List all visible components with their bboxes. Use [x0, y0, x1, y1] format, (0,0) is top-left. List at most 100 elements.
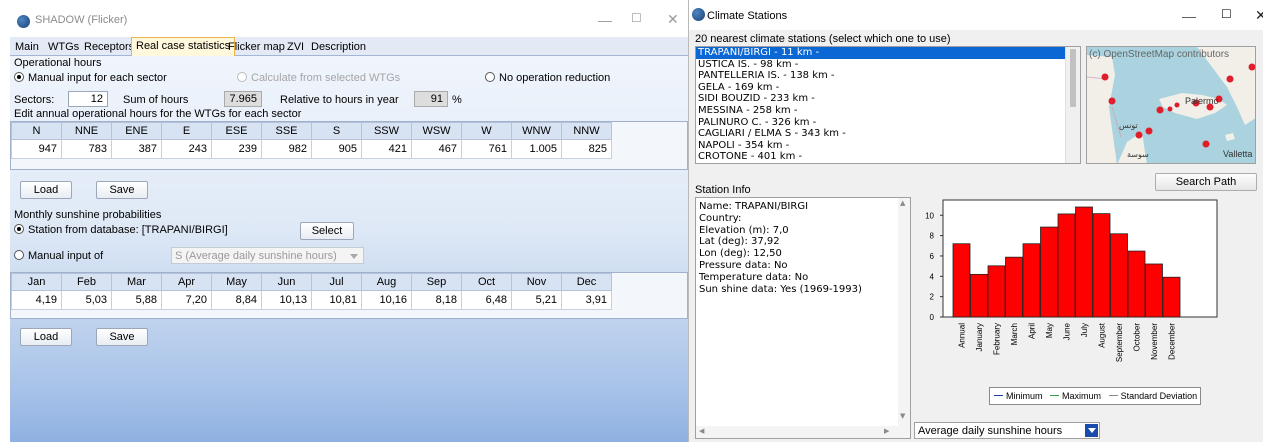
sector-cell[interactable]: 1.005 — [511, 139, 562, 159]
legend-maximum: Maximum — [1050, 391, 1101, 401]
scroll-left-arrow-icon[interactable]: ◀ — [699, 427, 704, 435]
station-list-item[interactable]: PANTELLERIA IS. - 138 km - — [696, 70, 1080, 82]
month-cell[interactable]: 8,18 — [411, 290, 462, 310]
month-cell[interactable]: 7,20 — [161, 290, 212, 310]
station-info-line: Temperature data: No — [699, 271, 809, 283]
sunshine-type-value: S (Average daily sunshine hours) — [175, 250, 337, 262]
station-list-item[interactable]: PALINURO C. - 326 km - — [696, 117, 1080, 129]
radio-dot — [485, 72, 495, 82]
sector-cell[interactable]: 982 — [261, 139, 312, 159]
tab-receptors[interactable]: Receptors — [80, 39, 138, 56]
chart-type-dropdown[interactable]: Average daily sunshine hours — [914, 422, 1100, 439]
sector-cell[interactable]: 825 — [561, 139, 612, 159]
minimize-button[interactable]: — — [598, 12, 612, 28]
bar-september — [1110, 233, 1128, 318]
month-cell[interactable]: 5,21 — [511, 290, 562, 310]
sector-cell[interactable]: 387 — [111, 139, 162, 159]
month-header: May — [211, 273, 262, 291]
radio-station-database[interactable]: Station from database: [TRAPANI/BIRGI] — [14, 224, 228, 236]
month-cell[interactable]: 5,03 — [61, 290, 112, 310]
station-list-item[interactable]: NAPOLI - 354 km - — [696, 140, 1080, 152]
month-header: Jul — [311, 273, 362, 291]
tab-main[interactable]: Main — [11, 39, 43, 56]
sector-header: ENE — [111, 122, 162, 140]
tab-real-case-statistics[interactable]: Real case statistics — [131, 37, 236, 56]
info-vertical-scrollbar[interactable]: ▲ ▼ — [898, 198, 910, 426]
sector-cell[interactable]: 467 — [411, 139, 462, 159]
station-list-item[interactable]: MESSINA - 258 km - — [696, 105, 1080, 117]
bar-january — [970, 273, 988, 318]
station-list-item[interactable]: USTICA IS. - 98 km - — [696, 59, 1080, 71]
sector-cell[interactable]: 947 — [11, 139, 62, 159]
scroll-right-arrow-icon[interactable]: ▶ — [884, 427, 889, 435]
month-cell[interactable]: 4,19 — [11, 290, 62, 310]
legend-minimum: Minimum — [994, 391, 1043, 401]
select-station-button[interactable]: Select — [300, 222, 354, 240]
bar-annual — [952, 243, 971, 318]
station-list-item[interactable]: CROTONE - 401 km - — [696, 151, 1080, 163]
sector-header: ESE — [211, 122, 262, 140]
month-cell[interactable]: 10,16 — [361, 290, 412, 310]
sectors-input[interactable]: 12 — [68, 91, 108, 107]
station-list-item[interactable]: SIDI BOUZID - 233 km - — [696, 93, 1080, 105]
relative-hours-value: 91 — [414, 91, 448, 107]
sector-cell[interactable]: 761 — [461, 139, 512, 159]
month-header: Nov — [511, 273, 562, 291]
close-button[interactable]: ✕ — [667, 11, 679, 28]
sector-cell[interactable]: 421 — [361, 139, 412, 159]
legend-swatch — [1108, 395, 1118, 396]
x-tick-label: April — [1028, 323, 1037, 339]
station-info-line: Lat (deg): 37,92 — [699, 236, 780, 248]
sector-cell[interactable]: 239 — [211, 139, 262, 159]
right-window-title: Climate Stations — [707, 10, 788, 22]
load-sectors-button[interactable]: Load — [20, 181, 72, 199]
station-info-line: Pressure data: No — [699, 259, 788, 271]
load-months-button[interactable]: Load — [20, 328, 72, 346]
station-list-item[interactable]: TRAPANI/BIRGI - 11 km - — [696, 47, 1080, 59]
month-cell[interactable]: 10,81 — [311, 290, 362, 310]
shadow-window: SHADOW (Flicker) — ☐ ✕ Main WTGs Recepto… — [0, 0, 688, 442]
legend-minimum-label: Minimum — [1006, 391, 1043, 401]
sector-cell[interactable]: 783 — [61, 139, 112, 159]
chevron-down-icon[interactable] — [1085, 424, 1098, 437]
maximize-button[interactable]: ☐ — [1221, 7, 1232, 21]
y-tick-label: 8 — [930, 232, 935, 241]
maximize-button[interactable]: ☐ — [631, 11, 642, 25]
radio-manual-input-of[interactable]: Manual input of — [14, 250, 103, 262]
month-cell[interactable]: 5,88 — [111, 290, 162, 310]
save-months-button[interactable]: Save — [96, 328, 148, 346]
relative-hours-label: Relative to hours in year — [280, 94, 399, 106]
tab-wtgs[interactable]: WTGs — [44, 39, 83, 56]
scroll-down-arrow-icon[interactable]: ▼ — [900, 412, 905, 420]
month-cell[interactable]: 3,91 — [561, 290, 612, 310]
radio-calc-wtgs[interactable]: Calculate from selected WTGs — [237, 72, 400, 84]
save-sectors-button[interactable]: Save — [96, 181, 148, 199]
radio-manual-sector[interactable]: Manual input for each sector — [14, 72, 167, 84]
tab-flicker-map[interactable]: Flicker map — [224, 39, 289, 56]
radio-no-reduction[interactable]: No operation reduction — [485, 72, 610, 84]
close-button[interactable]: ✕ — [1255, 7, 1263, 24]
minimize-button[interactable]: — — [1182, 8, 1196, 24]
month-cell[interactable]: 6,48 — [461, 290, 512, 310]
scroll-thumb[interactable] — [1070, 49, 1076, 107]
tab-description[interactable]: Description — [307, 39, 370, 56]
station-list-item[interactable]: CAGLIARI / ELMA S - 343 km - — [696, 128, 1080, 140]
radio-dot — [237, 72, 247, 82]
sunshine-type-dropdown[interactable]: S (Average daily sunshine hours) — [171, 247, 364, 264]
sector-cell[interactable]: 243 — [161, 139, 212, 159]
month-cell[interactable]: 10,13 — [261, 290, 312, 310]
station-list-item[interactable]: GELA - 169 km - — [696, 82, 1080, 94]
sector-cell[interactable]: 905 — [311, 139, 362, 159]
scroll-up-arrow-icon[interactable]: ▲ — [900, 199, 905, 207]
month-cell[interactable]: 8,84 — [211, 290, 262, 310]
sector-header: N — [11, 122, 62, 140]
station-map[interactable]: (c) OpenStreetMap contributors Palermo V… — [1086, 46, 1256, 164]
station-info-line: Country: — [699, 212, 742, 224]
station-list[interactable]: TRAPANI/BIRGI - 11 km - USTICA IS. - 98 k… — [695, 46, 1081, 164]
tab-zvi[interactable]: ZVI — [283, 39, 308, 56]
info-horizontal-scrollbar[interactable]: ◀ ▶ — [696, 426, 910, 438]
list-scrollbar[interactable] — [1065, 47, 1080, 163]
bar-june — [1057, 213, 1076, 318]
x-tick-label: November — [1150, 323, 1159, 360]
search-path-button[interactable]: Search Path — [1155, 173, 1257, 191]
